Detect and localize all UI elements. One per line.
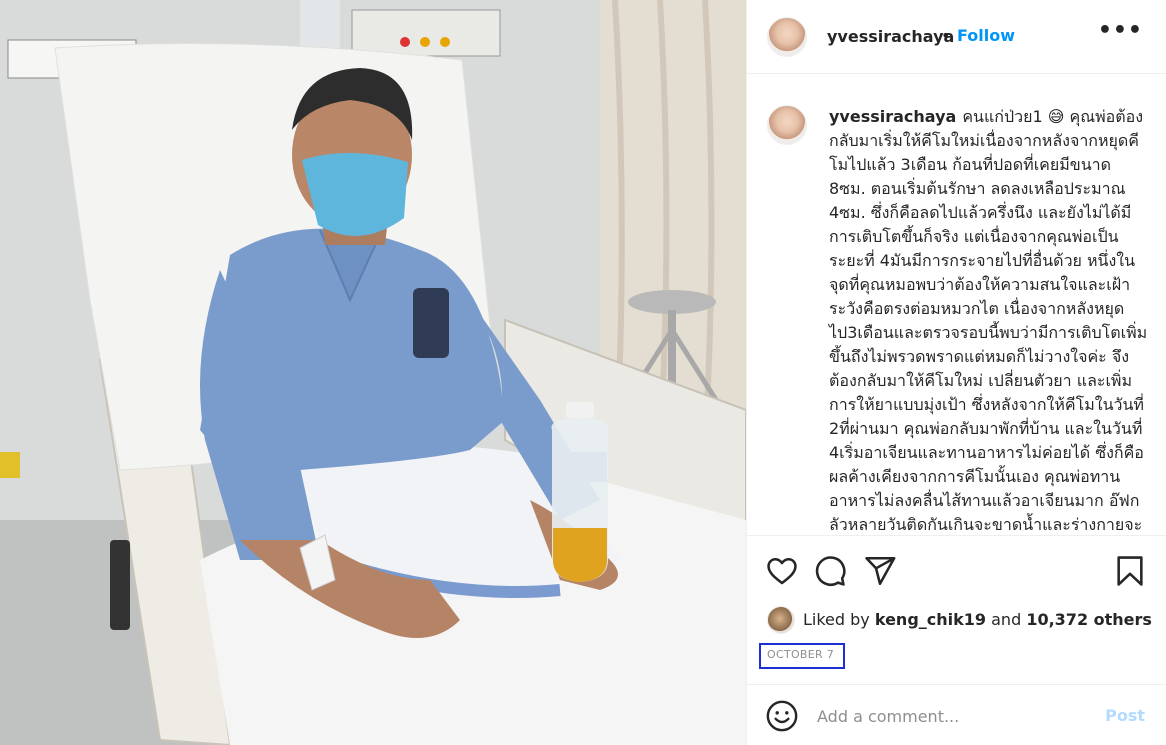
likes-prefix: Liked by — [803, 610, 870, 629]
caption-text: คนแก่ป่วย1 😅 คุณพ่อต้องกลับมาเริ่มให้คีโ… — [829, 107, 1148, 534]
comment-bar: Post — [747, 684, 1166, 745]
likes-others-link[interactable]: 10,372 others — [1026, 610, 1152, 629]
liker-avatar[interactable] — [767, 606, 795, 634]
likes-summary: Liked by keng_chik19 and 10,372 others — [767, 604, 1166, 636]
header-username[interactable]: yvessirachaya — [827, 27, 954, 46]
heart-icon[interactable] — [765, 554, 799, 588]
post-side-panel: yvessirachaya • Follow ••• yvessirachaya… — [746, 0, 1166, 745]
post-caption: yvessirachaya คนแก่ป่วย1 😅 คุณพ่อต้องกลับ… — [829, 105, 1149, 535]
post-comment-button[interactable]: Post — [1105, 706, 1145, 725]
post-date[interactable]: OCTOBER 7 — [767, 648, 834, 661]
post-actions — [747, 535, 1166, 605]
likes-text: Liked by keng_chik19 and 10,372 others — [803, 610, 1152, 629]
more-options-icon[interactable]: ••• — [1098, 18, 1143, 43]
likes-and: and — [991, 610, 1022, 629]
send-icon[interactable] — [863, 554, 897, 588]
caption-avatar[interactable] — [767, 105, 807, 145]
bookmark-icon[interactable] — [1113, 554, 1147, 588]
profile-avatar[interactable] — [767, 17, 807, 57]
follow-button[interactable]: Follow — [957, 26, 1015, 45]
caption-username[interactable]: yvessirachaya — [829, 107, 956, 126]
follow-separator: • — [941, 26, 951, 45]
smile-icon[interactable] — [765, 699, 799, 733]
comment-input[interactable] — [817, 703, 1087, 729]
liked-by-user[interactable]: keng_chik19 — [875, 610, 986, 629]
post-photo — [0, 0, 746, 745]
comment-icon[interactable] — [813, 554, 847, 588]
post-header: yvessirachaya • Follow ••• — [747, 0, 1166, 74]
hospital-photo-illustration — [0, 0, 746, 745]
caption-area: yvessirachaya คนแก่ป่วย1 😅 คุณพ่อต้องกลับ… — [747, 75, 1166, 535]
